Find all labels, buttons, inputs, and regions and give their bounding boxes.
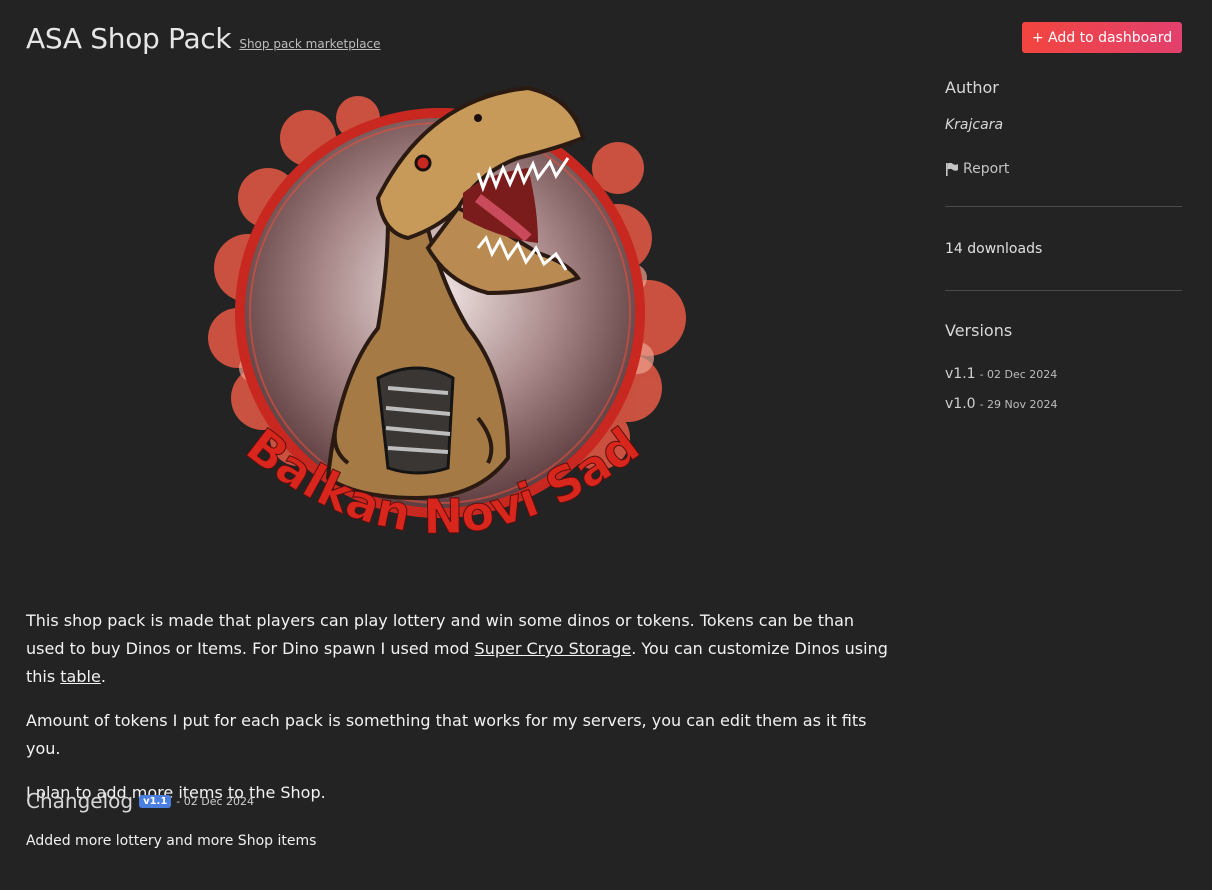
- marketplace-link[interactable]: Shop pack marketplace: [239, 37, 380, 51]
- changelog-date: - 02 Dec 2024: [176, 794, 255, 808]
- description-paragraph: Amount of tokens I put for each pack is …: [26, 711, 867, 758]
- page-header: ASA Shop Pack Shop pack marketplace: [26, 22, 381, 55]
- version-date: - 29 Nov 2024: [979, 398, 1058, 411]
- divider: [945, 206, 1182, 207]
- page-title: ASA Shop Pack: [26, 22, 232, 55]
- version-badge: v1.1: [139, 794, 172, 808]
- report-label: Report: [963, 161, 1010, 177]
- version-label: v1.1: [945, 366, 976, 382]
- author-name[interactable]: Krajcara: [945, 117, 1182, 133]
- changelog-header: Changelog v1.1 - 02 Dec 2024: [26, 789, 254, 813]
- downloads-count: 14 downloads: [945, 241, 1043, 257]
- changelog-title: Changelog: [26, 789, 134, 813]
- divider: [945, 290, 1182, 291]
- author-heading: Author: [945, 78, 999, 97]
- changelog-text: Added more lottery and more Shop items: [26, 833, 317, 849]
- report-button[interactable]: Report: [945, 161, 1182, 177]
- version-item[interactable]: v1.1 - 02 Dec 2024: [945, 366, 1182, 382]
- version-item[interactable]: v1.0 - 29 Nov 2024: [945, 396, 1182, 412]
- sidebar: Author Krajcara Report 14 downloads Vers…: [945, 78, 1182, 412]
- table-link[interactable]: table: [60, 667, 101, 686]
- super-cryo-storage-link[interactable]: Super Cryo Storage: [475, 639, 632, 658]
- versions-heading: Versions: [945, 321, 1013, 340]
- add-to-dashboard-button[interactable]: + Add to dashboard: [1022, 22, 1182, 53]
- balkan-novi-sad-logo: Balkan Novi Sad: [208, 85, 686, 546]
- version-label: v1.0: [945, 396, 976, 412]
- description-paragraph: This shop pack is made that players can …: [26, 611, 888, 686]
- version-date: - 02 Dec 2024: [979, 368, 1058, 381]
- flag-icon: [946, 162, 958, 176]
